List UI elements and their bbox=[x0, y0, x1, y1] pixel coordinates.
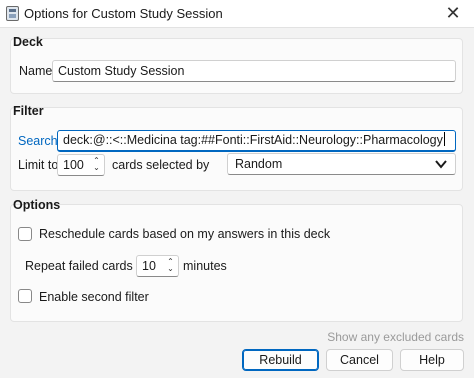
search-input[interactable]: deck:@::<::Medicina tag:##Fonti::FirstAi… bbox=[57, 130, 456, 152]
show-excluded-cards-button: Show any excluded cards bbox=[327, 330, 464, 344]
limit-spinbox[interactable]: 100 ⌃ ⌄ bbox=[57, 154, 105, 176]
filter-heading: Filter bbox=[13, 104, 44, 118]
search-label: Search bbox=[18, 134, 58, 148]
reschedule-label[interactable]: Reschedule cards based on my answers in … bbox=[39, 227, 330, 241]
name-label: Name: bbox=[19, 64, 56, 78]
order-select[interactable]: Random bbox=[227, 153, 456, 175]
second-filter-label[interactable]: Enable second filter bbox=[39, 290, 149, 304]
limit-value: 100 bbox=[63, 158, 84, 172]
title-bar: Options for Custom Study Session ✕ bbox=[0, 0, 474, 28]
repeat-spinner-arrows-icon[interactable]: ⌃ ⌄ bbox=[166, 258, 175, 274]
options-heading: Options bbox=[13, 198, 61, 212]
cancel-button[interactable]: Cancel bbox=[326, 349, 393, 371]
repeat-minutes-value: 10 bbox=[142, 259, 156, 273]
anki-app-icon bbox=[6, 6, 19, 21]
deck-name-input[interactable]: Custom Study Session bbox=[52, 60, 456, 82]
search-query-text: deck:@::<::Medicina tag:##Fonti::FirstAi… bbox=[63, 133, 443, 147]
reschedule-checkbox[interactable] bbox=[18, 227, 32, 241]
selected-by-label: cards selected by bbox=[112, 158, 210, 172]
help-button[interactable]: Help bbox=[400, 349, 464, 371]
chevron-down-icon bbox=[435, 160, 447, 169]
text-cursor bbox=[443, 132, 445, 146]
order-selected-value: Random bbox=[235, 157, 283, 171]
minutes-label: minutes bbox=[183, 259, 227, 273]
repeat-minutes-spinbox[interactable]: 10 ⌃ ⌄ bbox=[136, 255, 179, 277]
rebuild-button[interactable]: Rebuild bbox=[242, 349, 319, 371]
close-icon[interactable]: ✕ bbox=[442, 2, 464, 24]
limit-label: Limit to bbox=[18, 158, 59, 172]
deck-heading: Deck bbox=[13, 35, 43, 49]
limit-spinner-arrows-icon[interactable]: ⌃ ⌄ bbox=[92, 157, 101, 173]
second-filter-checkbox[interactable] bbox=[18, 289, 32, 303]
window-title: Options for Custom Study Session bbox=[24, 6, 223, 21]
